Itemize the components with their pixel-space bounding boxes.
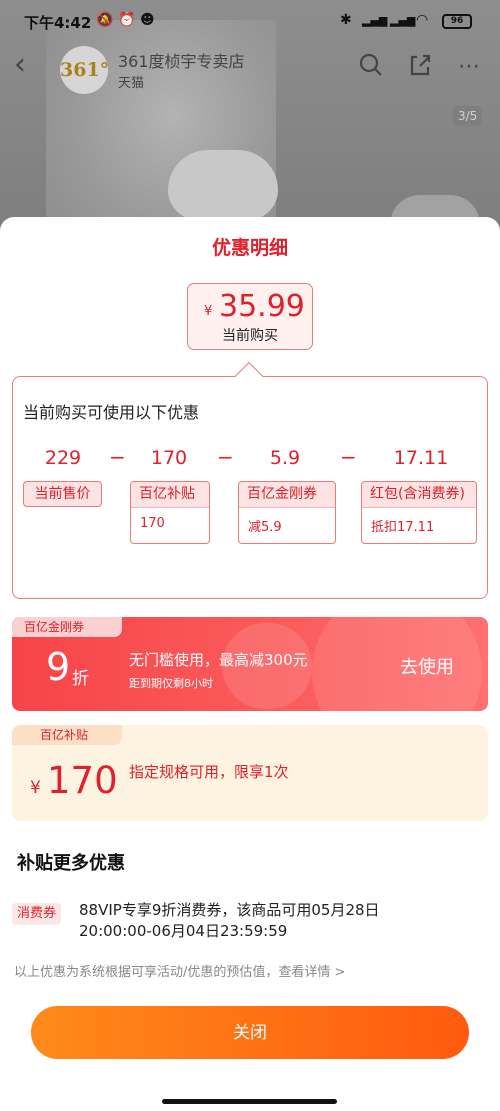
shop-logo[interactable]: 361° <box>60 46 109 94</box>
coupon-card[interactable]: 百亿金刚券 9 折 无门槛使用，最高减300元 距到期仅剩8小时 去使用 <box>12 617 488 711</box>
subsidy-currency: ¥ <box>30 778 41 798</box>
mute-icon: 🔕 <box>96 12 114 28</box>
close-button[interactable]: 关闭 <box>31 1006 469 1059</box>
disclaimer-link[interactable]: 以上优惠为系统根据可享活动/优惠的预估值，查看详情 > <box>14 961 345 980</box>
shop-platform: 天猫 <box>118 76 145 91</box>
more-discounts-title: 补贴更多优惠 <box>17 853 125 874</box>
coupon-discount-unit: 折 <box>72 669 89 689</box>
calc-title: 当前购买可使用以下优惠 <box>23 403 200 422</box>
calc-minus: − <box>109 445 126 469</box>
tag-card-head: 百亿金刚券 <box>239 482 335 508</box>
calc-number-original: 229 <box>44 447 82 469</box>
tag-card-redpacket: 红包(含消费券) 抵扣17.11 <box>361 481 477 544</box>
tag-card-head: 百亿补贴 <box>131 482 209 508</box>
calc-number-coupon: 5.9 <box>269 447 301 469</box>
coupon-decoration <box>312 617 482 711</box>
consumption-coupon-text: 88VIP专享9折消费券，该商品可用05月28日20:00:00-06月04日2… <box>79 901 380 940</box>
calc-minus: − <box>217 445 234 469</box>
consumption-coupon-tag: 消费券 <box>12 903 62 925</box>
app-icon: ☻ <box>140 12 155 28</box>
tag-card-head: 红包(含消费券) <box>362 482 476 508</box>
app-bar: ‹ 361° 361度桢宇专卖店 天猫 ⋯ <box>0 44 500 94</box>
calc-minus: − <box>340 445 357 469</box>
coupon-badge: 百亿金刚券 <box>12 617 122 637</box>
coupon-expiry-note: 距到期仅剩8小时 <box>129 677 213 690</box>
share-icon[interactable] <box>405 52 435 82</box>
wifi-icon: ◠ <box>416 12 429 28</box>
home-indicator[interactable] <box>162 1099 337 1104</box>
subsidy-description: 指定规格可用，限享1次 <box>129 763 289 781</box>
status-time: 下午4:42 <box>24 14 92 32</box>
tag-card-coupon: 百亿金刚券 减5.9 <box>238 481 336 544</box>
search-icon[interactable] <box>356 52 386 82</box>
current-price-box: ¥ 35.99 当前购买 <box>187 283 313 350</box>
product-slipper-image <box>168 150 278 220</box>
coupon-description: 无门槛使用，最高减300元 <box>129 651 308 669</box>
subsidy-amount: 170 <box>47 759 118 802</box>
sheet-title: 优惠明细 <box>211 237 288 259</box>
alarm-icon: ⏰ <box>118 12 136 28</box>
use-coupon-button[interactable]: 去使用 <box>400 653 454 679</box>
tag-card-body: 170 <box>140 516 165 531</box>
subsidy-card: 百亿补贴 ¥ 170 指定规格可用，限享1次 <box>12 725 488 821</box>
hd-signal-icon: ▂▄▆ <box>362 14 388 27</box>
more-icon[interactable]: ⋯ <box>454 52 484 82</box>
tag-current-price: 当前售价 <box>23 481 102 507</box>
back-icon[interactable]: ‹ <box>14 50 44 84</box>
price-label: 当前购买 <box>222 328 278 344</box>
status-bar: 下午4:42 🔕 ⏰ ☻ ✱ ▂▄▆ ▂▄▆ ◠ 96 <box>0 0 500 44</box>
discount-calculation-box: 当前购买可使用以下优惠 229 − 170 − 5.9 − 17.11 当前售价… <box>12 376 488 599</box>
discount-detail-sheet: 优惠明细 ¥ 35.99 当前购买 当前购买可使用以下优惠 229 − 170 … <box>0 217 500 1111</box>
shop-name[interactable]: 361度桢宇专卖店 <box>118 48 245 72</box>
calc-number-redpacket: 17.11 <box>393 447 449 469</box>
coupon-discount: 9 <box>46 645 71 689</box>
tag-card-body: 减5.9 <box>248 520 282 535</box>
subsidy-badge: 百亿补贴 <box>12 725 122 745</box>
price-amount: 35.99 <box>219 289 305 324</box>
price-currency: ¥ <box>204 304 213 319</box>
signal-icon: ▂▄▆ <box>390 14 416 27</box>
tag-card-subsidy: 百亿补贴 170 <box>130 481 210 544</box>
image-counter: 3/5 <box>453 106 483 126</box>
bluetooth-icon: ✱ <box>340 12 352 28</box>
tag-card-body: 抵扣17.11 <box>371 520 435 535</box>
battery-indicator: 96 <box>442 14 472 29</box>
calc-number-subsidy: 170 <box>150 447 188 469</box>
